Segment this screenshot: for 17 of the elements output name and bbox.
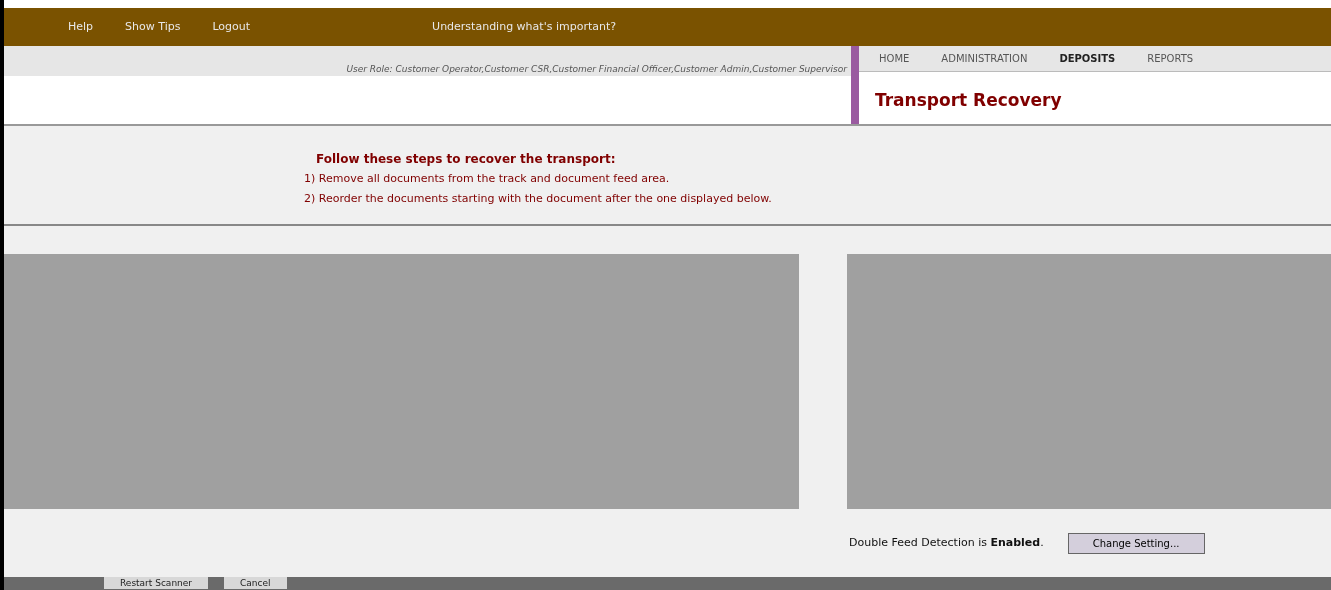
header-link[interactable]: Show Tips xyxy=(125,18,181,36)
change-setting-button[interactable]: Change Setting... xyxy=(1067,532,1205,554)
footer-button[interactable]: Cancel xyxy=(224,577,287,589)
nav-tab[interactable]: REPORTS xyxy=(1147,51,1194,66)
page-title: Transport Recovery xyxy=(875,89,1063,112)
double-feed-status: Double Feed Detection is Enabled. xyxy=(849,534,1044,551)
nav-tab[interactable]: HOME xyxy=(879,51,910,66)
instruction-step: 2) Reorder the documents starting with the document after the one displayed below. xyxy=(304,190,1331,207)
nav-tab[interactable]: DEPOSITS xyxy=(1059,51,1116,66)
user-role-text: User Role: Customer Operator,Customer CSR,Customer Financial Officer,Customer Admin,Customer Supervisor xyxy=(4,46,851,76)
footer-button[interactable]: Restart Scanner xyxy=(104,577,209,589)
header-link[interactable]: Help xyxy=(68,18,94,36)
nav-tab[interactable]: ADMINISTRATION xyxy=(941,51,1028,66)
tips-link[interactable]: Understanding what's important? xyxy=(432,18,617,36)
instructions-heading: Follow these steps to recover the transport: xyxy=(315,151,617,168)
header-link[interactable]: Logout xyxy=(212,18,251,36)
instruction-step: 1) Remove all documents from the track and document feed area. xyxy=(304,171,1331,188)
